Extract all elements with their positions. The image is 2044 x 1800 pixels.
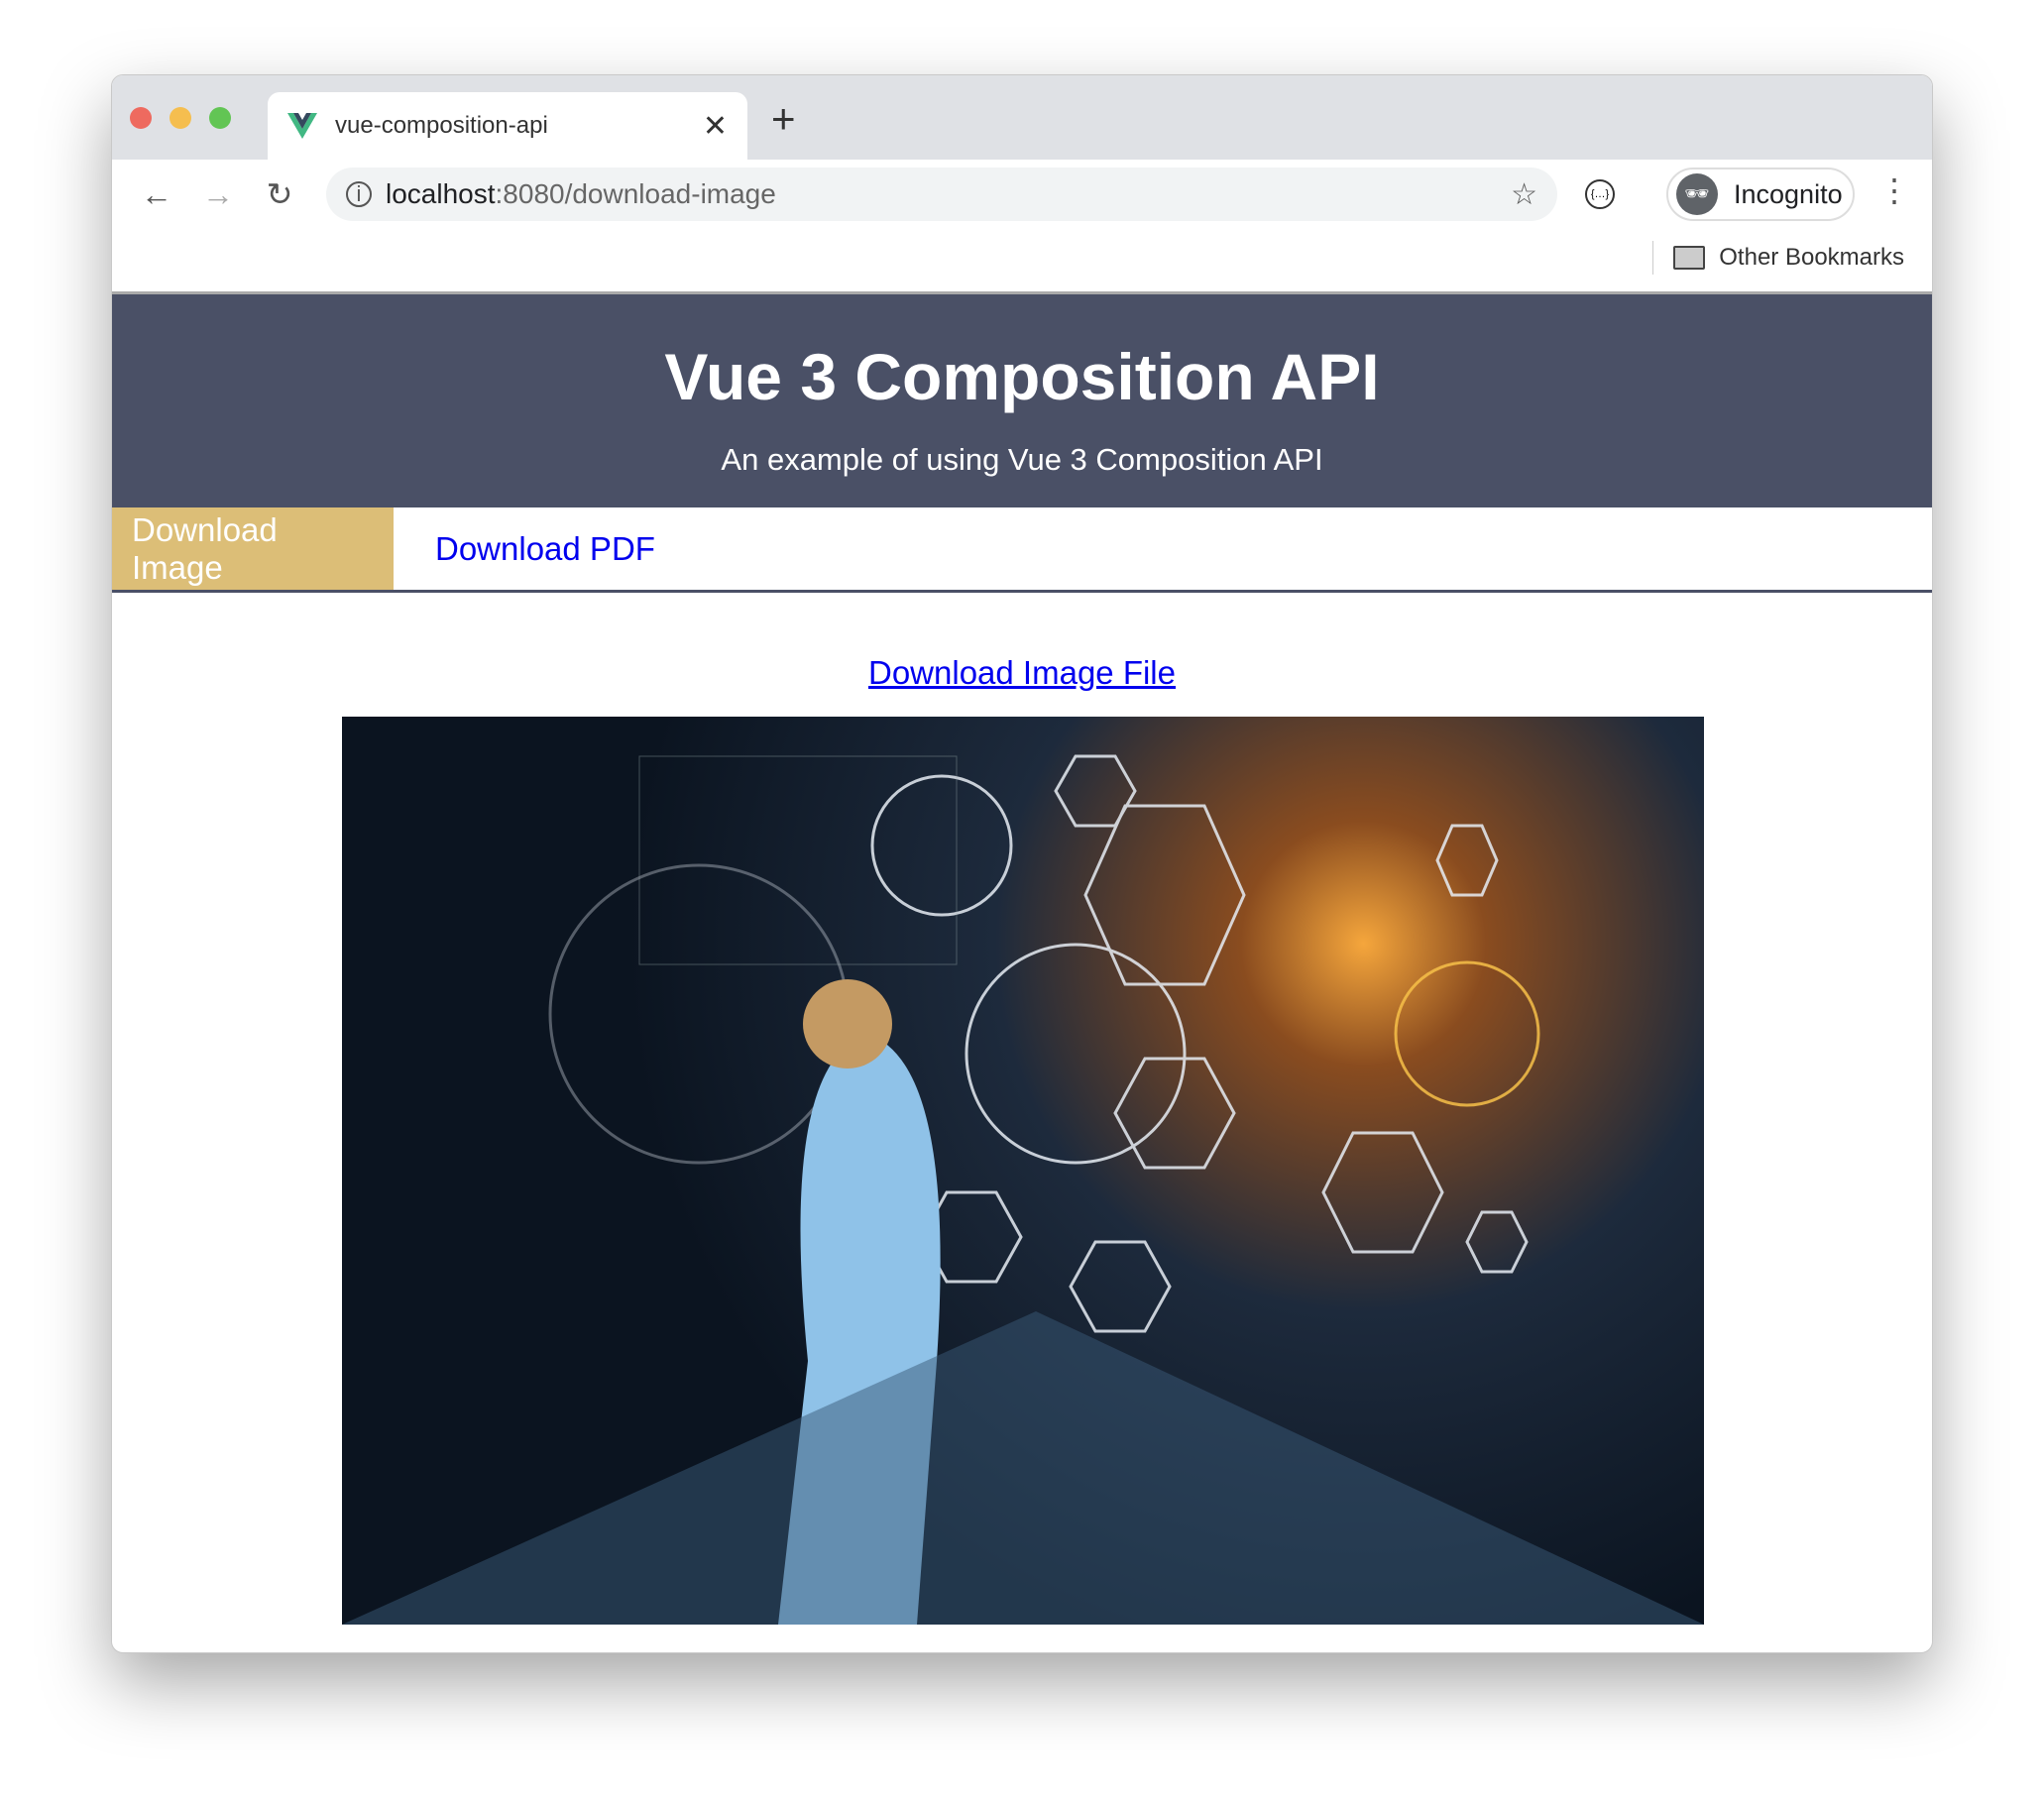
nav-bar: Download Image Download PDF (112, 507, 1932, 593)
download-image-link[interactable]: Download Image File (868, 654, 1176, 691)
bookmark-star-icon[interactable]: ☆ (1511, 177, 1537, 212)
forward-button[interactable]: → (187, 176, 249, 213)
url-text: localhost:8080/download-image (386, 178, 776, 209)
browser-window: vue-composition-api ✕ + ← → ↻ i localhos… (111, 74, 1933, 1653)
nav-download-image[interactable]: Download Image (112, 507, 394, 590)
page-header: Vue 3 Composition API An example of usin… (112, 294, 1932, 507)
browser-tab[interactable]: vue-composition-api ✕ (268, 92, 747, 160)
vue-logo-icon (287, 113, 317, 139)
profile-button[interactable]: 🕶 Incognito (1666, 168, 1855, 221)
nav-download-pdf[interactable]: Download PDF (394, 507, 675, 590)
profile-label: Incognito (1734, 178, 1843, 209)
tab-bar: vue-composition-api ✕ + (112, 75, 1932, 160)
toolbar: ← → ↻ i localhost:8080/download-image ☆ … (112, 160, 1932, 229)
bookmarks-bar: Other Bookmarks (112, 229, 1932, 294)
maximize-window-button[interactable] (209, 107, 231, 129)
page-subtitle: An example of using Vue 3 Composition AP… (721, 442, 1323, 477)
incognito-icon: 🕶 (1676, 173, 1718, 215)
back-button[interactable]: ← (126, 176, 187, 213)
page-title: Vue 3 Composition API (664, 340, 1380, 413)
close-window-button[interactable] (130, 107, 152, 129)
extension-icon[interactable]: {…} (1585, 179, 1615, 209)
info-icon[interactable]: i (346, 181, 372, 207)
more-menu-icon[interactable]: ⋮ (1878, 171, 1910, 209)
minimize-window-button[interactable] (170, 107, 191, 129)
close-tab-icon[interactable]: ✕ (703, 109, 728, 144)
other-bookmarks[interactable]: Other Bookmarks (1652, 241, 1904, 275)
reload-button[interactable]: ↻ (249, 175, 310, 213)
tab-title: vue-composition-api (335, 112, 548, 139)
folder-icon (1673, 246, 1706, 270)
displayed-image (342, 717, 1704, 1625)
tech-hexagon-illustration (342, 754, 1704, 1625)
bookmarks-label: Other Bookmarks (1719, 244, 1904, 271)
address-bar[interactable]: i localhost:8080/download-image ☆ (326, 168, 1557, 221)
new-tab-button[interactable]: + (771, 95, 796, 143)
